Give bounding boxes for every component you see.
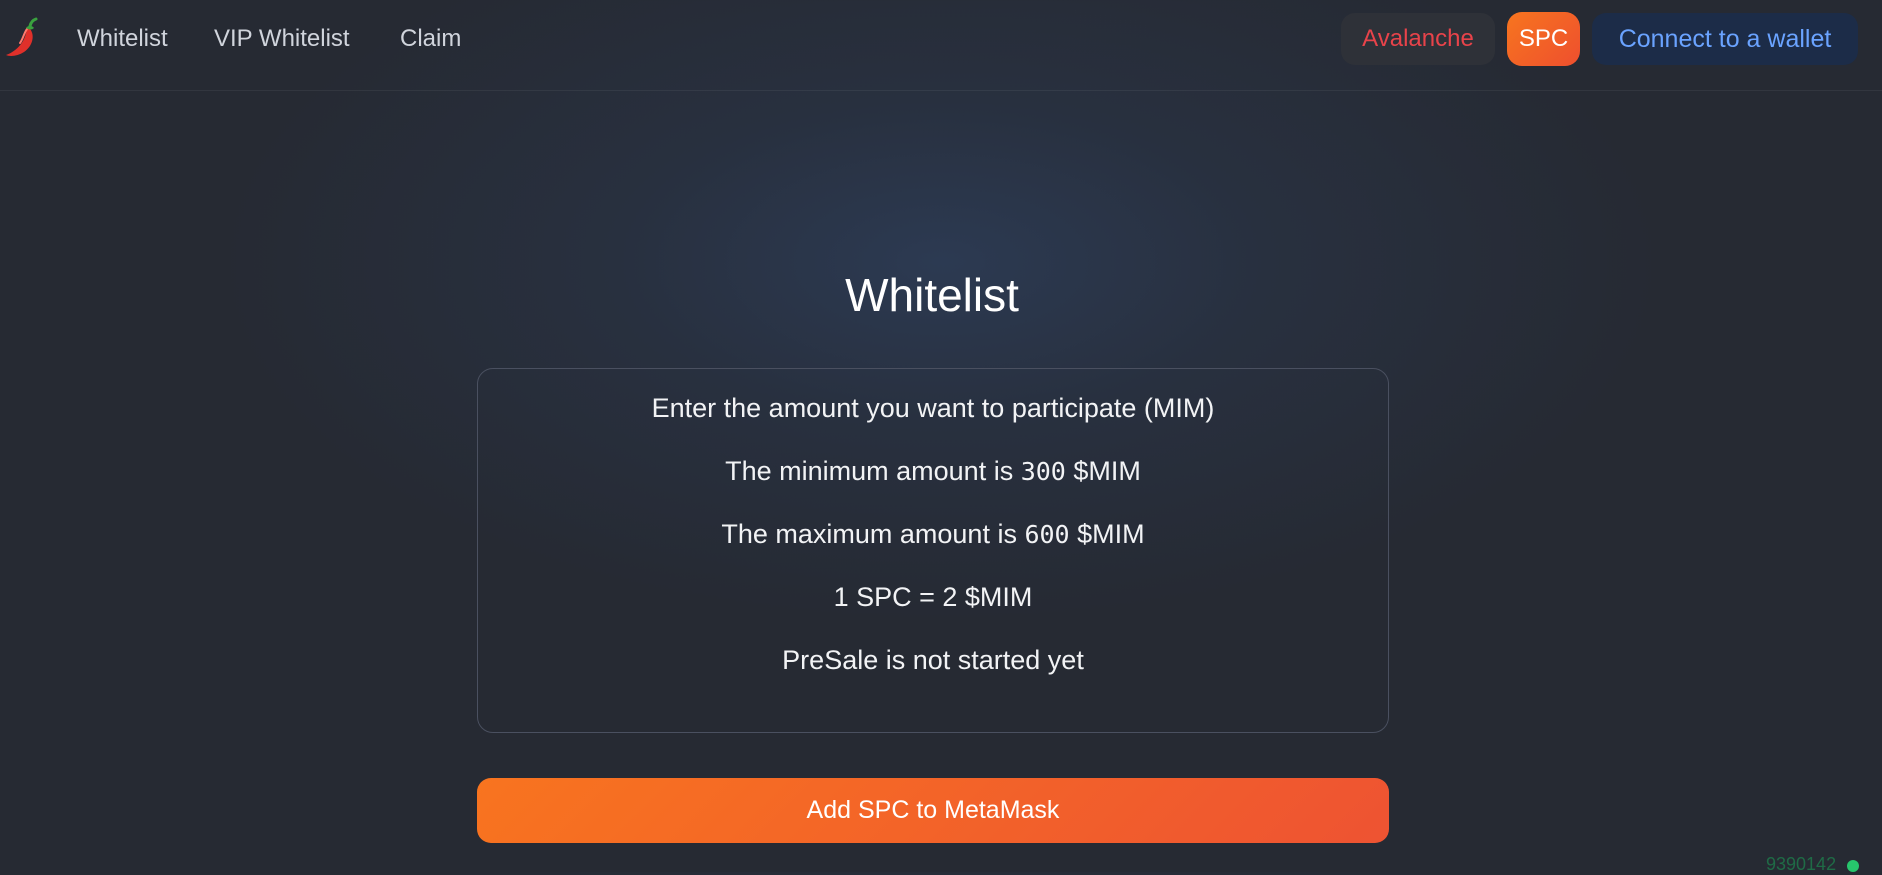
minimum-amount-text: The minimum amount is 300 $MIM [478,453,1388,490]
presale-status-text: PreSale is not started yet [782,645,1084,675]
minimum-amount-label: The minimum amount is [725,456,1021,486]
network-selector-button[interactable]: Avalanche [1341,13,1495,65]
minimum-amount-value: 300 [1020,457,1066,486]
add-to-metamask-button[interactable]: Add SPC to MetaMask [477,778,1389,843]
chili-pepper-icon[interactable] [2,15,44,59]
page-title: Whitelist [845,269,1019,321]
top-nav-bar: Whitelist VIP Whitelist Claim Avalanche … [0,0,1882,91]
exchange-rate-text: 1 SPC = 2 $MIM [833,582,1033,612]
token-button[interactable]: SPC [1507,12,1580,66]
instruction-text: Enter the amount you want to participate… [651,393,1215,423]
network-status-dot [1847,860,1859,872]
maximum-amount-label: The maximum amount is [721,519,1025,549]
minimum-amount-unit: $MIM [1065,456,1141,486]
connect-wallet-button[interactable]: Connect to a wallet [1592,13,1858,65]
maximum-amount-value: 600 [1024,520,1070,549]
presale-info-card: Enter the amount you want to participate… [477,368,1389,733]
maximum-amount-unit: $MIM [1069,519,1145,549]
nav-link-whitelist[interactable]: Whitelist [77,22,168,56]
nav-link-claim[interactable]: Claim [400,22,461,56]
nav-link-vip-whitelist[interactable]: VIP Whitelist [214,22,350,56]
maximum-amount-text: The maximum amount is 600 $MIM [478,516,1388,553]
